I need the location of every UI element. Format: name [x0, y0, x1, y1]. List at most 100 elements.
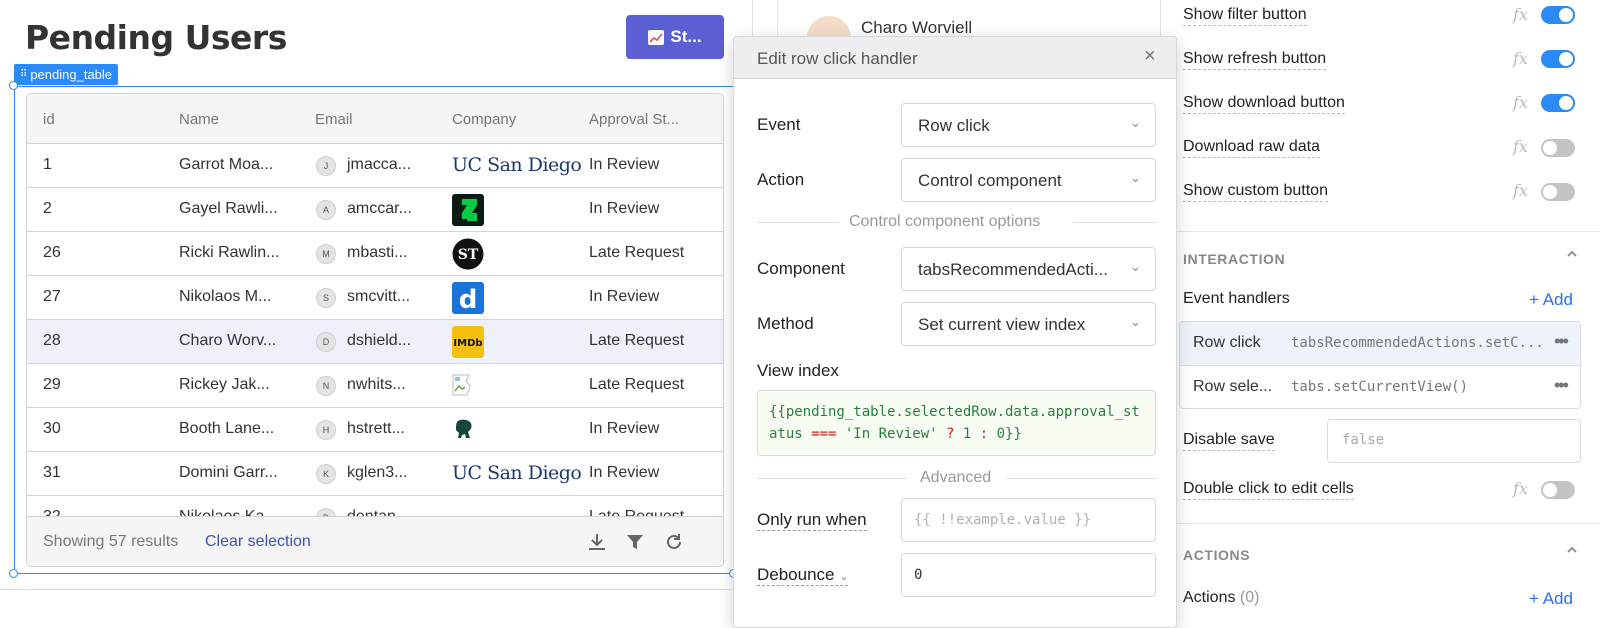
cell-name: Rickey Jak...	[179, 376, 270, 393]
event-handler-row-click[interactable]: Row click tabsRecommendedActions.setC...…	[1180, 322, 1580, 366]
cell-name: Gayel Rawli...	[179, 200, 278, 217]
imdb-logo-text: IMDb	[453, 338, 482, 349]
option-double-click-edit[interactable]: Double click to edit cells	[1183, 480, 1354, 500]
chevron-up-icon[interactable]	[1566, 247, 1578, 262]
debounce-input[interactable]: 0	[901, 553, 1156, 597]
method-select-value: Set current view index	[918, 315, 1086, 334]
event-handler-row-select[interactable]: Row sele... tabs.setCurrentView() •••	[1180, 366, 1580, 408]
table-row[interactable]: 27 Nikolaos M... S smcvitt... d In Revie…	[27, 276, 723, 320]
table-row[interactable]: 1 Garrot Moa... J jmacca... UC San Diego…	[27, 144, 723, 188]
resize-handle-top-left[interactable]	[9, 81, 18, 90]
avatar: H	[316, 420, 336, 440]
toggle-knob	[1559, 8, 1573, 22]
column-header-id[interactable]: id	[43, 111, 55, 128]
app-canvas: Pending Users St... ⠿ pending_table id N…	[0, 0, 752, 628]
column-header-name[interactable]: Name	[179, 111, 219, 128]
table-row[interactable]: 29 Rickey Jak... N nwhits... Late Reques…	[27, 364, 723, 408]
only-run-when-input[interactable]: {{ !!example.value }}	[901, 498, 1156, 542]
results-count: Showing 57 results	[43, 533, 179, 550]
filter-icon[interactable]	[624, 531, 646, 553]
stats-button-label: St...	[670, 27, 702, 46]
toggle-knob	[1559, 52, 1573, 66]
more-options-icon[interactable]: •••	[1554, 331, 1569, 352]
option-show-download-button[interactable]: Show download button	[1183, 94, 1345, 114]
table-row[interactable]: 30 Booth Lane... H hstrett... In Review	[27, 408, 723, 452]
debounce-label[interactable]: Debounce ⌄	[757, 565, 849, 586]
divider-line	[757, 478, 907, 479]
fx-icon[interactable]: fx	[1513, 5, 1528, 24]
table-row[interactable]: 31 Domini Garr... K kglen3... UC San Die…	[27, 452, 723, 496]
add-event-handler-button[interactable]: + Add	[1529, 290, 1573, 310]
cell-status: In Review	[589, 156, 660, 173]
options-divider-label: Control component options	[849, 213, 1041, 230]
drag-handle-icon[interactable]: ⠿	[20, 69, 27, 80]
broken-image-icon	[452, 374, 476, 401]
ucsd-logo-icon: UC San Diego	[452, 154, 582, 176]
fx-icon[interactable]: fx	[1513, 93, 1528, 112]
avatar: J	[316, 156, 336, 176]
actions-label: Actions (0)	[1183, 589, 1259, 608]
refresh-icon[interactable]	[663, 531, 685, 553]
toggle-show-download-button[interactable]	[1541, 94, 1575, 112]
column-header-email[interactable]: Email	[315, 111, 353, 128]
disable-save-input[interactable]: false	[1327, 419, 1581, 463]
msu-logo-icon	[452, 417, 478, 448]
column-header-approval-status[interactable]: Approval St...	[589, 111, 679, 128]
action-select[interactable]: Control component ⌄	[901, 158, 1156, 202]
cell-name: Nikolaos M...	[179, 288, 272, 305]
cell-id: 28	[43, 332, 61, 349]
toggle-double-click-edit[interactable]	[1541, 481, 1575, 499]
handler-code: tabs.setCurrentView()	[1291, 379, 1469, 395]
avatar: N	[316, 376, 336, 396]
cell-status: In Review	[589, 288, 660, 305]
table-row[interactable]: 26 Ricki Rawlin... M mbasti... ST Late R…	[27, 232, 723, 276]
view-index-code-editor[interactable]: {{pending_table.selectedRow.data.approva…	[757, 390, 1156, 456]
cell-status: Late Request	[589, 376, 685, 393]
cell-status: In Review	[589, 200, 660, 217]
inspector-panel: Show filter button fx Show refresh butto…	[1160, 0, 1600, 628]
more-options-icon[interactable]: •••	[1554, 375, 1569, 396]
action-label: Action	[757, 170, 805, 189]
fx-icon[interactable]: fx	[1513, 49, 1528, 68]
option-show-refresh-button[interactable]: Show refresh button	[1183, 50, 1327, 70]
toggle-show-filter-button[interactable]	[1541, 6, 1575, 24]
resize-handle-bottom-left[interactable]	[9, 569, 18, 578]
table-row[interactable]: 2 Gayel Rawli... A amccar... In Review	[27, 188, 723, 232]
advanced-divider-label: Advanced	[920, 469, 992, 486]
stats-button[interactable]: St...	[626, 15, 724, 59]
column-header-company[interactable]: Company	[452, 111, 516, 128]
toggle-download-raw-data[interactable]	[1541, 139, 1575, 157]
cell-name: Ricki Rawlin...	[179, 244, 280, 261]
fx-icon[interactable]: fx	[1513, 181, 1528, 200]
option-download-raw-data[interactable]: Download raw data	[1183, 138, 1320, 158]
toggle-show-custom-button[interactable]	[1541, 183, 1575, 201]
interaction-section-heading[interactable]: INTERACTION	[1183, 251, 1285, 267]
method-select[interactable]: Set current view index ⌄	[901, 302, 1156, 346]
cell-email: hstrett...	[347, 420, 405, 437]
event-select-value: Row click	[918, 116, 990, 135]
d-logo-text: d	[459, 285, 478, 314]
actions-label-text: Actions	[1183, 589, 1236, 606]
clear-selection-link[interactable]: Clear selection	[205, 533, 311, 551]
event-label: Event	[757, 115, 801, 134]
actions-section-heading[interactable]: ACTIONS	[1183, 547, 1250, 563]
fx-icon[interactable]: fx	[1513, 479, 1528, 498]
method-label: Method	[757, 314, 814, 333]
option-show-custom-button[interactable]: Show custom button	[1183, 182, 1328, 202]
only-run-when-label: Only run when	[757, 510, 867, 531]
event-select[interactable]: Row click ⌄	[901, 103, 1156, 147]
add-action-button[interactable]: + Add	[1529, 589, 1573, 609]
cell-id: 2	[43, 200, 52, 217]
close-icon[interactable]: ×	[1144, 45, 1156, 68]
chevron-down-icon: ⌄	[839, 571, 849, 583]
st-logo-text: ST	[458, 247, 479, 263]
download-icon[interactable]	[586, 531, 608, 553]
table-header: id Name Email Company Approval St...	[27, 94, 723, 144]
fx-icon[interactable]: fx	[1513, 137, 1528, 156]
toggle-show-refresh-button[interactable]	[1541, 50, 1575, 68]
option-show-filter-button[interactable]: Show filter button	[1183, 6, 1307, 26]
table-row-selected[interactable]: 28 Charo Worv... D dshield... IMDb Late …	[27, 320, 723, 364]
chevron-up-icon[interactable]	[1566, 543, 1578, 558]
component-select[interactable]: tabsRecommendedActi... ⌄	[901, 247, 1156, 291]
component-tag[interactable]: ⠿ pending_table	[14, 64, 119, 85]
